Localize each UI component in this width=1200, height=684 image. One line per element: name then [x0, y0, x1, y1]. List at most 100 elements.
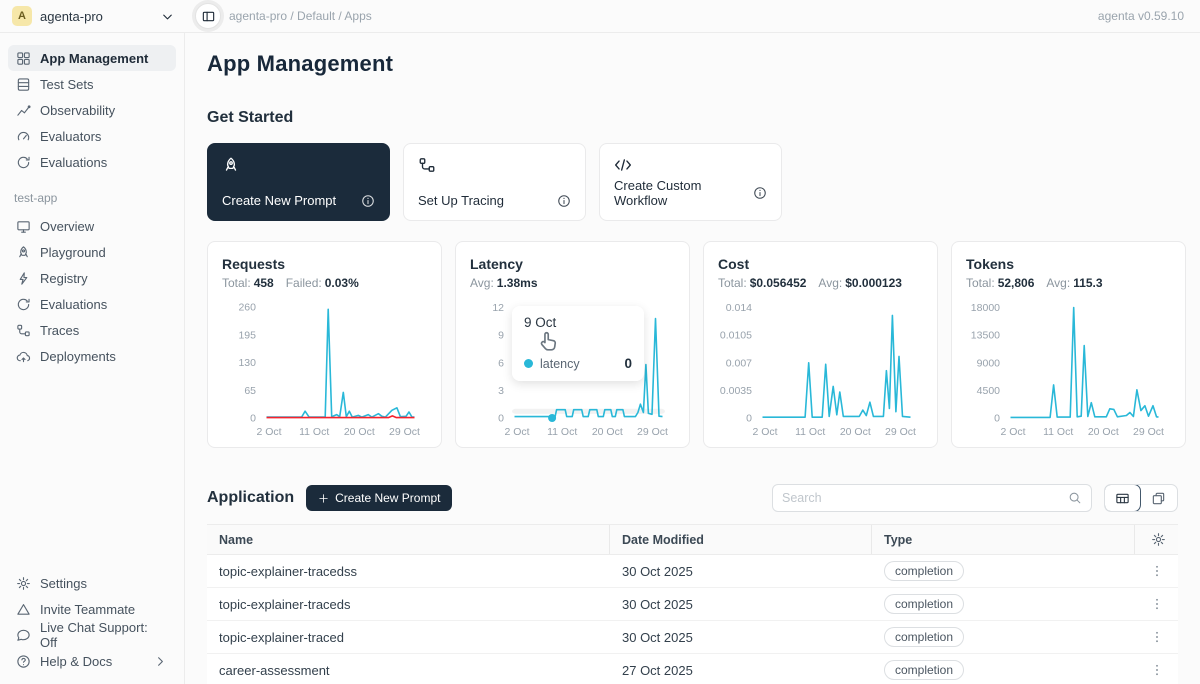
sidebar-item-registry[interactable]: Registry: [8, 265, 176, 291]
sidebar-item-settings[interactable]: Settings: [8, 570, 176, 596]
sidebar-collapse-button[interactable]: [195, 3, 221, 29]
svg-text:11 Oct: 11 Oct: [1043, 426, 1073, 438]
evaluators-icon: [16, 129, 31, 144]
row-menu-button[interactable]: [1147, 594, 1167, 614]
column-header-type: Type: [872, 525, 1135, 554]
workspace-name: agenta-pro: [40, 9, 152, 24]
tooltip-series-value: 0: [624, 356, 632, 371]
tooltip-series-label: latency: [540, 357, 580, 371]
svg-text:2 Oct: 2 Oct: [752, 426, 777, 438]
app-date: 30 Oct 2025: [610, 630, 872, 645]
create-custom-workflow-card[interactable]: Create Custom Workflow: [599, 143, 782, 221]
stat: Total:458: [222, 276, 274, 290]
svg-text:9000: 9000: [977, 357, 1001, 369]
chart-tooltip: 9 Oct latency 0: [512, 306, 644, 381]
svg-text:0.0035: 0.0035: [720, 385, 752, 397]
get-started-cards: Create New Prompt Set Up Tracing Create …: [207, 143, 1178, 221]
view-toggle: [1104, 484, 1178, 512]
sidebar-item-traces[interactable]: Traces: [8, 317, 176, 343]
rocket-icon: [222, 156, 240, 174]
chart-title: Latency: [470, 256, 675, 272]
stat: Total:52,806: [966, 276, 1034, 290]
sidebar-item-overview[interactable]: Overview: [8, 213, 176, 239]
lightning-icon: [16, 271, 31, 286]
stat: Avg:$0.000123: [818, 276, 902, 290]
svg-text:3: 3: [498, 385, 504, 397]
gear-icon: [16, 576, 31, 591]
sidebar-item-app-evaluations[interactable]: Evaluations: [8, 291, 176, 317]
sidebar-item-help-docs[interactable]: Help & Docs: [8, 648, 176, 674]
sidebar-item-live-chat[interactable]: Live Chat Support: Off: [8, 622, 176, 648]
sidebar: App Management Test Sets Observability E…: [0, 33, 185, 684]
button-label: Create New Prompt: [335, 491, 440, 505]
app-name: topic-explainer-tracedss: [207, 564, 610, 579]
sidebar-item-label: Evaluators: [40, 129, 101, 144]
table-row[interactable]: topic-explainer-traced 30 Oct 2025 compl…: [207, 621, 1178, 654]
gear-icon[interactable]: [1151, 532, 1166, 547]
sidebar-item-label: Registry: [40, 271, 88, 286]
search-icon[interactable]: [1068, 491, 1082, 505]
chat-bubble-icon: [16, 628, 31, 643]
sidebar-item-label: Playground: [40, 245, 106, 260]
svg-text:0: 0: [250, 413, 256, 425]
app-date: 30 Oct 2025: [610, 564, 872, 579]
sidebar-item-deployments[interactable]: Deployments: [8, 343, 176, 369]
svg-text:29 Oct: 29 Oct: [637, 426, 668, 438]
create-new-prompt-card[interactable]: Create New Prompt: [207, 143, 390, 221]
table-row[interactable]: career-assessment 27 Oct 2025 completion: [207, 654, 1178, 684]
svg-text:9: 9: [498, 330, 504, 342]
sidebar-item-evaluations[interactable]: Evaluations: [8, 149, 176, 175]
sidebar-item-app-management[interactable]: App Management: [8, 45, 176, 71]
type-badge: completion: [884, 627, 964, 647]
set-up-tracing-card[interactable]: Set Up Tracing: [403, 143, 586, 221]
hand-cursor-icon: [536, 330, 558, 352]
stat: Failed:0.03%: [286, 276, 359, 290]
chart-title: Requests: [222, 256, 427, 272]
sidebar-item-label: Traces: [40, 323, 79, 338]
overview-icon: [16, 219, 31, 234]
row-menu-button[interactable]: [1147, 627, 1167, 647]
info-icon[interactable]: [557, 194, 571, 208]
topbar: A agenta-pro agenta-pro / Default / Apps…: [0, 0, 1200, 33]
type-badge: completion: [884, 561, 964, 581]
row-menu-button[interactable]: [1147, 660, 1167, 680]
svg-text:2 Oct: 2 Oct: [504, 426, 529, 438]
info-icon[interactable]: [753, 186, 767, 200]
breadcrumb[interactable]: agenta-pro / Default / Apps: [229, 9, 372, 23]
info-icon[interactable]: [361, 194, 375, 208]
table-view-button[interactable]: [1104, 484, 1141, 512]
svg-text:195: 195: [238, 329, 256, 341]
card-label: Set Up Tracing: [418, 193, 504, 208]
main-content: App Management Get Started Create New Pr…: [185, 33, 1200, 684]
series-dot: [524, 359, 533, 368]
requests-line-chart: 0651301952602 Oct11 Oct20 Oct29 Oct: [222, 292, 427, 447]
search-input[interactable]: [782, 491, 1068, 505]
row-menu-button[interactable]: [1147, 561, 1167, 581]
svg-text:6: 6: [498, 357, 504, 369]
svg-text:20 Oct: 20 Oct: [592, 426, 623, 438]
workspace-selector[interactable]: A agenta-pro: [0, 0, 185, 32]
applications-table: Name Date Modified Type topic-explainer-…: [207, 524, 1178, 684]
svg-text:29 Oct: 29 Oct: [885, 426, 916, 438]
svg-text:130: 130: [238, 357, 256, 369]
svg-text:11 Oct: 11 Oct: [547, 426, 577, 438]
svg-text:11 Oct: 11 Oct: [299, 426, 329, 438]
svg-text:12: 12: [492, 302, 504, 314]
table-row[interactable]: topic-explainer-tracedss 30 Oct 2025 com…: [207, 555, 1178, 588]
card-view-button[interactable]: [1140, 485, 1177, 511]
svg-text:4500: 4500: [977, 385, 1001, 397]
create-new-prompt-button[interactable]: Create New Prompt: [306, 485, 452, 511]
table-row[interactable]: topic-explainer-traceds 30 Oct 2025 comp…: [207, 588, 1178, 621]
sidebar-item-evaluators[interactable]: Evaluators: [8, 123, 176, 149]
application-heading: Application: [207, 489, 294, 507]
chevron-right-icon: [153, 654, 168, 669]
svg-text:0: 0: [498, 413, 504, 425]
sidebar-item-invite-teammate[interactable]: Invite Teammate: [8, 596, 176, 622]
invite-teammate-icon: [16, 602, 31, 617]
tracing-icon: [418, 156, 436, 174]
sidebar-item-test-sets[interactable]: Test Sets: [8, 71, 176, 97]
sidebar-item-playground[interactable]: Playground: [8, 239, 176, 265]
type-badge: completion: [884, 660, 964, 680]
metrics-charts: Requests Total:458 Failed:0.03% 06513019…: [207, 241, 1178, 448]
sidebar-item-observability[interactable]: Observability: [8, 97, 176, 123]
